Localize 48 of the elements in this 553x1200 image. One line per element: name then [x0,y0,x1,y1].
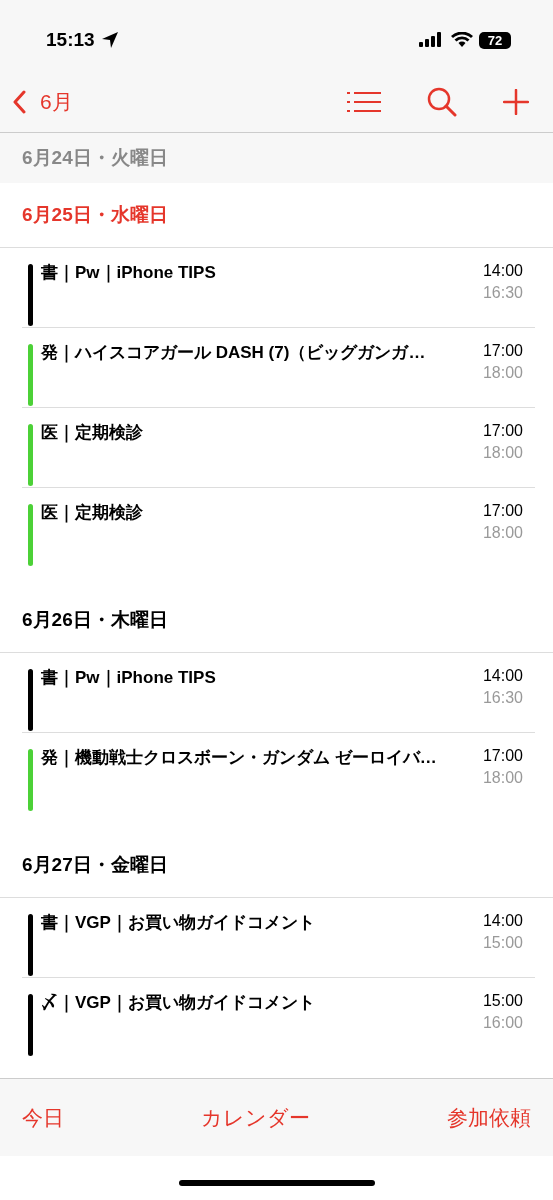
tab-button[interactable]: カレンダー [201,1103,310,1132]
event-row[interactable]: 医｜定期検診 17:00 18:00 [22,488,535,569]
end-time: 16:30 [482,284,523,303]
event-row[interactable]: 医｜定期検診 17:00 18:00 [22,408,535,489]
event-row[interactable]: 書｜Pw｜iPhone TIPS 14:00 16:30 [22,248,535,329]
start-time: 14:00 [482,912,523,931]
day-heading: 6月24日・火曜日 [22,146,168,171]
event-row[interactable]: 発｜機動戦士クロスボーン・ガンダム ゼーロイバ… 17:00 18:00 [22,733,535,814]
battery-icon: 72 [479,31,511,49]
start-time: 17:00 [482,502,523,521]
start-time: 14:00 [482,262,523,281]
start-time: 17:00 [482,747,523,766]
start-time: 15:00 [482,992,523,1011]
end-time: 16:00 [482,1014,523,1033]
event-title: 書｜VGP｜お買い物ガイドコメント [41,912,316,935]
event-title: 書｜Pw｜iPhone TIPS [41,262,217,285]
start-time: 17:00 [482,422,523,441]
back-button[interactable]: 6月 [12,88,73,117]
end-time: 18:00 [482,524,523,543]
day-heading: 6月25日・水曜日 [22,203,168,228]
start-time: 17:00 [482,342,523,361]
chevron-left-icon [12,90,26,115]
end-time: 16:30 [482,689,523,708]
tab-button[interactable]: 参加依頼 [447,1103,531,1132]
wifi-icon [451,32,473,49]
status-time: 15:13 [46,29,95,52]
event-title: 発｜ハイスコアガール DASH (7)（ビッグガンガ… [41,342,427,365]
location-arrow-icon [100,31,119,50]
event-row[interactable]: 発｜ハイスコアガール DASH (7)（ビッグガンガ… 17:00 18:00 [22,328,535,409]
end-time: 18:00 [482,364,523,383]
search-icon[interactable] [427,87,457,118]
event-row[interactable]: 書｜Pw｜iPhone TIPS 14:00 16:30 [22,653,535,734]
add-icon[interactable] [503,89,529,116]
end-time: 18:00 [482,444,523,463]
event-title: 医｜定期検診 [41,422,144,445]
event-title: 医｜定期検診 [41,502,144,525]
event-title: 〆｜VGP｜お買い物ガイドコメント [41,992,316,1015]
day-heading: 6月27日・金曜日 [22,853,168,878]
event-title: 発｜機動戦士クロスボーン・ガンダム ゼーロイバ… [41,747,438,770]
event-row[interactable]: 書｜VGP｜お買い物ガイドコメント 14:00 15:00 [22,898,535,979]
event-title: 書｜Pw｜iPhone TIPS [41,667,217,690]
tab-button[interactable]: 今日 [22,1103,64,1132]
end-time: 15:00 [482,934,523,953]
day-heading: 6月26日・木曜日 [22,608,168,633]
event-row[interactable]: 〆｜VGP｜お買い物ガイドコメント 15:00 16:00 [22,978,535,1059]
end-time: 18:00 [482,769,523,788]
list-icon[interactable] [347,90,381,115]
start-time: 14:00 [482,667,523,686]
